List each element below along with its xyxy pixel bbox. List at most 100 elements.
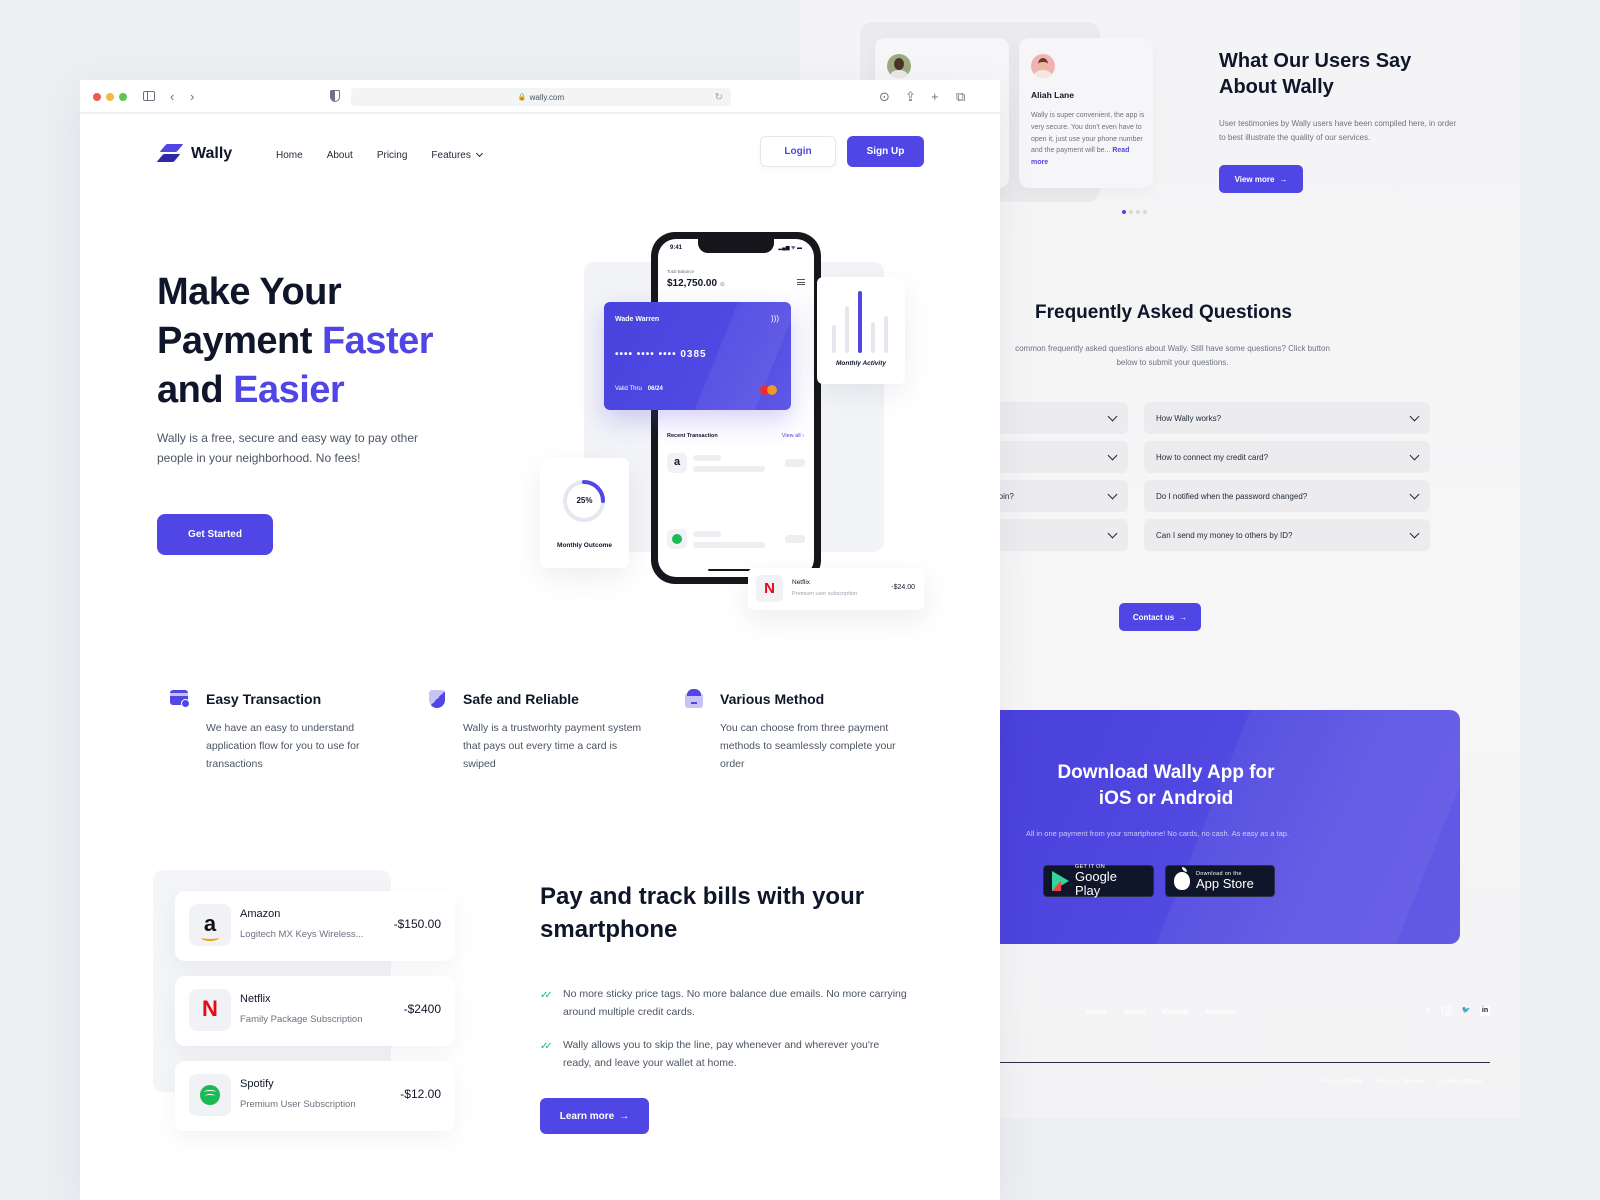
twitter-icon[interactable]: 🐦 — [1461, 1006, 1471, 1016]
tabs-overview-icon[interactable]: ⧉ — [956, 88, 965, 106]
transaction-row: a — [667, 453, 805, 475]
feature-title: Easy Transaction — [206, 691, 322, 707]
sidebar-toggle-icon[interactable] — [143, 91, 155, 101]
bill-desc: Premium User Subscription — [240, 1099, 356, 1110]
testimonial-card: Aliah Lane Wally is super convenient, th… — [1019, 38, 1153, 188]
nav-links: Home About Pricing Features — [276, 149, 483, 161]
app-store-text: Download on the App Store — [1196, 871, 1254, 891]
cookie-settings-link[interactable]: Cookie Settings — [1437, 1078, 1483, 1085]
chevron-down-icon — [1107, 528, 1118, 539]
activity-bars — [832, 291, 892, 353]
footer-divider — [1000, 1062, 1490, 1063]
download-icon[interactable]: ⊙ — [879, 88, 890, 106]
maximize-window-button[interactable] — [119, 93, 127, 101]
brand-logo[interactable]: Wally — [156, 144, 232, 164]
contact-us-button[interactable]: Contact us → — [1119, 603, 1201, 631]
apple-icon — [1174, 867, 1190, 890]
valid-thru-label: Valid Thru — [615, 386, 642, 392]
nav-pricing[interactable]: Pricing — [377, 150, 408, 161]
carousel-dot[interactable] — [1122, 210, 1126, 214]
reload-icon[interactable]: ↻ — [715, 92, 723, 103]
wallet-icon — [684, 689, 704, 710]
facebook-icon[interactable]: f — [1423, 1006, 1433, 1016]
get-started-button[interactable]: Get Started — [157, 514, 273, 555]
view-more-label: View more — [1234, 174, 1275, 184]
login-button[interactable]: Login — [760, 136, 836, 167]
popup-desc: Premium user subscription — [792, 591, 858, 597]
hero-subtitle: Wally is a free, secure and easy way to … — [157, 431, 419, 465]
bill-item: Spotify Premium User Subscription -$12.0… — [175, 1061, 455, 1131]
total-balance-label: Total Balance — [667, 269, 695, 274]
netflix-icon: N — [189, 989, 231, 1031]
close-window-button[interactable] — [93, 93, 101, 101]
card-valid: Valid Thru 06/24 — [615, 386, 663, 392]
testimonial-name: Aliah Lane — [1031, 90, 1074, 100]
bill-name: Spotify — [240, 1078, 274, 1090]
learn-more-button[interactable]: Learn more → — [540, 1098, 649, 1134]
app-store-button[interactable]: Download on the App Store — [1165, 865, 1275, 897]
hero-title-line: Payment Faster — [157, 317, 434, 366]
avatar — [887, 54, 911, 78]
carousel-dot[interactable] — [1136, 210, 1140, 214]
bill-item: a Amazon Logitech MX Keys Wireless... -$… — [175, 891, 455, 961]
faq-item[interactable]: Can I send my money to others by ID? — [1144, 519, 1430, 551]
carousel-dots[interactable] — [1122, 210, 1147, 214]
faq-subtitle-line: below to submit your questions. — [1116, 358, 1229, 367]
forward-icon[interactable]: › — [190, 88, 194, 106]
nav-features[interactable]: Features — [431, 149, 483, 161]
carousel-dot[interactable] — [1143, 210, 1147, 214]
back-icon[interactable]: ‹ — [170, 88, 174, 106]
hide-eye-icon[interactable]: ⊘ — [720, 282, 725, 288]
terms-of-service-link[interactable]: Terms of Service — [1375, 1078, 1423, 1085]
chevron-down-icon — [1409, 411, 1420, 422]
privacy-policy-link[interactable]: Privacy Policy — [1322, 1078, 1362, 1085]
faq-item[interactable]: How to connect my credit card? — [1144, 441, 1430, 473]
view-all-link[interactable]: View all › — [782, 433, 804, 439]
menu-icon[interactable] — [797, 279, 805, 285]
footer-link-home[interactable]: Home — [1086, 1007, 1107, 1016]
monthly-outcome-label: Monthly Outcome — [557, 542, 612, 549]
carousel-dot[interactable] — [1129, 210, 1133, 214]
chevron-down-icon — [475, 149, 483, 158]
signup-button[interactable]: Sign Up — [847, 136, 924, 167]
phone-notch — [698, 239, 774, 253]
bill-amount: -$12.00 — [400, 1087, 441, 1101]
activity-bar — [884, 316, 888, 353]
download-banner: Download Wally App for iOS or Android All… — [970, 710, 1460, 944]
nav-about[interactable]: About — [327, 150, 353, 161]
instagram-icon[interactable] — [1442, 1006, 1452, 1016]
footer-link-features[interactable]: Features — [1205, 1007, 1236, 1016]
nav-home[interactable]: Home — [276, 150, 303, 161]
linkedin-icon[interactable]: in — [1480, 1006, 1490, 1016]
pay-section-title: Pay and track bills with your smartphone — [540, 883, 865, 943]
activity-bar — [832, 325, 836, 353]
google-play-button[interactable]: GET IT ON Google Play — [1043, 864, 1154, 898]
arrow-right-icon: → — [1179, 612, 1188, 622]
footer-link-about[interactable]: About — [1124, 1007, 1146, 1016]
address-bar[interactable]: 🔒 wally.com ↻ — [351, 88, 731, 106]
activity-bar — [871, 322, 875, 353]
faq-title: Frequently Asked Questions — [1035, 302, 1292, 323]
faq-question: How Wally works? — [1156, 413, 1222, 423]
view-more-button[interactable]: View more → — [1219, 165, 1303, 193]
faq-question: Can I send my money to others by ID? — [1156, 530, 1293, 540]
benefit-text: Wally allows you to skip the line, pay w… — [563, 1039, 880, 1069]
hero-title-text: and — [157, 369, 234, 411]
google-play-text: GET IT ON Google Play — [1075, 864, 1145, 898]
hero-title-text: Payment — [157, 320, 322, 362]
minimize-window-button[interactable] — [106, 93, 114, 101]
amazon-icon: a — [667, 453, 687, 473]
chevron-down-icon — [1107, 450, 1118, 461]
share-icon[interactable]: ⇪ — [905, 88, 916, 106]
benefit-item: ✓✓ Wally allows you to skip the line, pa… — [540, 1036, 910, 1072]
faq-item[interactable]: Do I notified when the password changed? — [1144, 480, 1430, 512]
shield-icon — [427, 690, 447, 710]
chevron-down-icon — [1409, 489, 1420, 500]
faq-item[interactable]: How Wally works? — [1144, 402, 1430, 434]
privacy-shield-icon[interactable] — [330, 90, 340, 102]
netflix-icon: N — [756, 575, 783, 602]
new-tab-icon[interactable]: + — [931, 88, 939, 106]
testimonial-text: Wally is super convenient, the app is ve… — [1031, 110, 1147, 169]
bill-name: Amazon — [240, 908, 281, 920]
footer-link-pricing[interactable]: Pricing — [1163, 1007, 1188, 1016]
